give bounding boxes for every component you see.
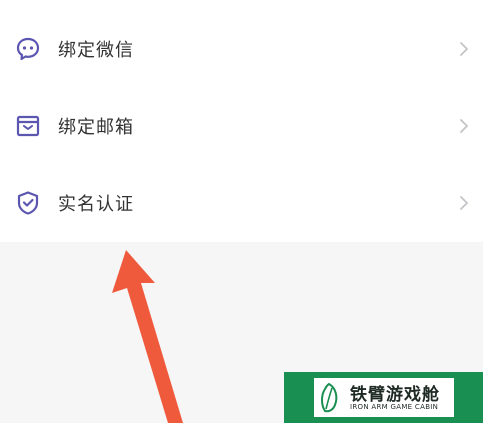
watermark-badge: 铁臂游戏舱 IRON ARM GAME CABIN <box>284 372 483 423</box>
leaf-logo-icon <box>321 382 338 413</box>
red-arrow-annotation-icon <box>112 250 183 423</box>
watermark-logo-box: 铁臂游戏舱 IRON ARM GAME CABIN <box>314 378 454 417</box>
watermark-subtitle: IRON ARM GAME CABIN <box>350 403 439 411</box>
watermark-title: 铁臂游戏舱 <box>350 385 440 405</box>
